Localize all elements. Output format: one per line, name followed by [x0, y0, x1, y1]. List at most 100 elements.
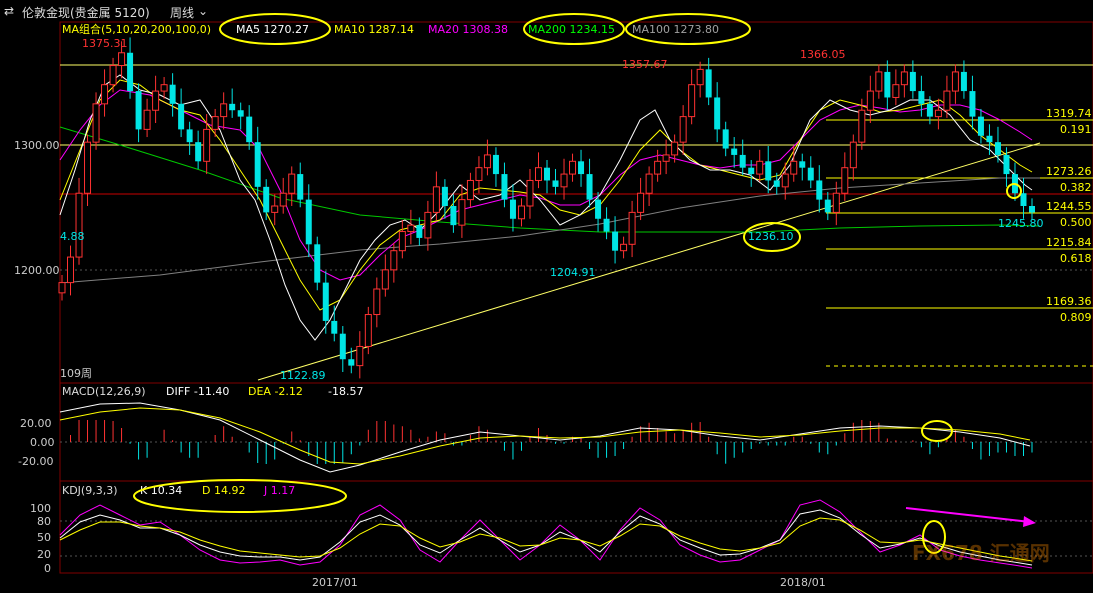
candle: [994, 142, 1001, 155]
candle: [127, 52, 134, 92]
kdj-j-legend: J 1.17: [263, 484, 295, 497]
x-axis-label: 2017/01: [312, 576, 358, 589]
candle: [348, 359, 355, 366]
candle: [381, 269, 389, 290]
candle: [118, 52, 126, 67]
candle: [356, 345, 364, 367]
candle: [645, 173, 653, 194]
price-axis-label: 1300.00: [14, 139, 60, 152]
macd-legend-title: MACD(12,26,9): [62, 385, 146, 398]
candle: [483, 154, 491, 169]
candle: [84, 141, 92, 194]
fib-ratio: 0.191: [1060, 123, 1092, 136]
candle: [339, 333, 346, 360]
fib-ratio: 0.382: [1060, 181, 1092, 194]
candle: [254, 142, 261, 187]
candle: [654, 160, 662, 175]
candle: [824, 199, 831, 213]
candle: [364, 314, 372, 347]
candle: [688, 84, 696, 118]
candle: [526, 179, 534, 207]
candle: [416, 225, 423, 238]
candle: [849, 141, 857, 169]
candle: [271, 205, 279, 213]
candle: [143, 109, 151, 130]
candle: [466, 179, 474, 201]
watermark: FX678 汇通网: [912, 541, 1050, 565]
candle: [960, 71, 967, 92]
candle: [832, 192, 840, 213]
candle: [918, 91, 925, 104]
fib-price: 1273.26: [1046, 165, 1092, 178]
macd-value-legend: -18.57: [328, 385, 363, 398]
candle: [969, 91, 976, 117]
candle: [279, 192, 287, 207]
candle: [331, 320, 338, 334]
ma-legend-title: MA组合(5,10,20,200,100,0): [62, 22, 211, 36]
kdj-d-legend: D 14.92: [202, 484, 245, 497]
kdj-legend-title: KDJ(9,3,3): [62, 484, 118, 497]
candle: [322, 282, 329, 321]
annotation-left-edge: 4.88: [60, 230, 85, 243]
kdj-axis-label: 20: [37, 548, 51, 561]
fib-price: 1169.36: [1046, 295, 1092, 308]
candle: [178, 103, 185, 130]
candle: [560, 173, 568, 188]
candle: [569, 160, 577, 175]
candle: [203, 128, 211, 162]
candle: [407, 224, 415, 233]
candle: [246, 116, 253, 143]
fib-ratio: 0.618: [1060, 252, 1092, 265]
candle: [220, 103, 228, 118]
candle: [398, 231, 406, 252]
candle: [186, 129, 193, 143]
candle: [450, 206, 457, 226]
candle: [1003, 154, 1010, 175]
candle: [841, 167, 849, 194]
candle: [424, 211, 432, 239]
candle: [195, 142, 202, 162]
annotation-low: 1122.89: [280, 369, 326, 382]
ma10-line: [59, 79, 1033, 311]
macd-axis-label: 0.00: [30, 436, 55, 449]
candle: [807, 167, 814, 181]
annotation-last: 1245.80: [998, 217, 1044, 230]
kdj-axis-label: 100: [30, 502, 51, 515]
candle: [92, 103, 100, 143]
candle: [552, 180, 559, 187]
candle: [432, 186, 440, 213]
candle: [790, 160, 798, 175]
candle: [458, 199, 466, 226]
candle: [875, 71, 883, 92]
candle: [892, 84, 900, 98]
candle: [671, 141, 679, 156]
annotation-high-right: 1366.05: [800, 48, 846, 61]
candle: [263, 186, 270, 213]
candle: [799, 161, 806, 168]
fib-price: 1319.74: [1046, 107, 1092, 120]
candle: [773, 180, 780, 187]
candle: [288, 173, 296, 194]
macd-axis-label: -20.00: [18, 455, 53, 468]
kdj-axis-label: 80: [37, 515, 51, 528]
annotation-low-right: 1236.10: [748, 230, 794, 243]
candle: [756, 160, 764, 175]
fib-ratio: 0.500: [1060, 216, 1092, 229]
candle: [739, 154, 746, 168]
candle: [628, 211, 636, 245]
candle: [714, 97, 721, 130]
candle: [977, 116, 984, 136]
fib-price: 1244.55: [1046, 200, 1092, 213]
candle: [866, 90, 874, 111]
candle: [612, 231, 619, 251]
candle: [696, 68, 704, 86]
candle: [229, 103, 236, 111]
price-axis-label: 1200.00: [14, 264, 60, 277]
fib-price: 1215.84: [1046, 236, 1092, 249]
candle: [67, 256, 75, 284]
candle: [603, 218, 610, 232]
candle: [237, 110, 244, 117]
price-panel: [59, 21, 1093, 384]
candle: [441, 186, 448, 206]
ma10-legend: MA10 1287.14: [334, 23, 414, 36]
